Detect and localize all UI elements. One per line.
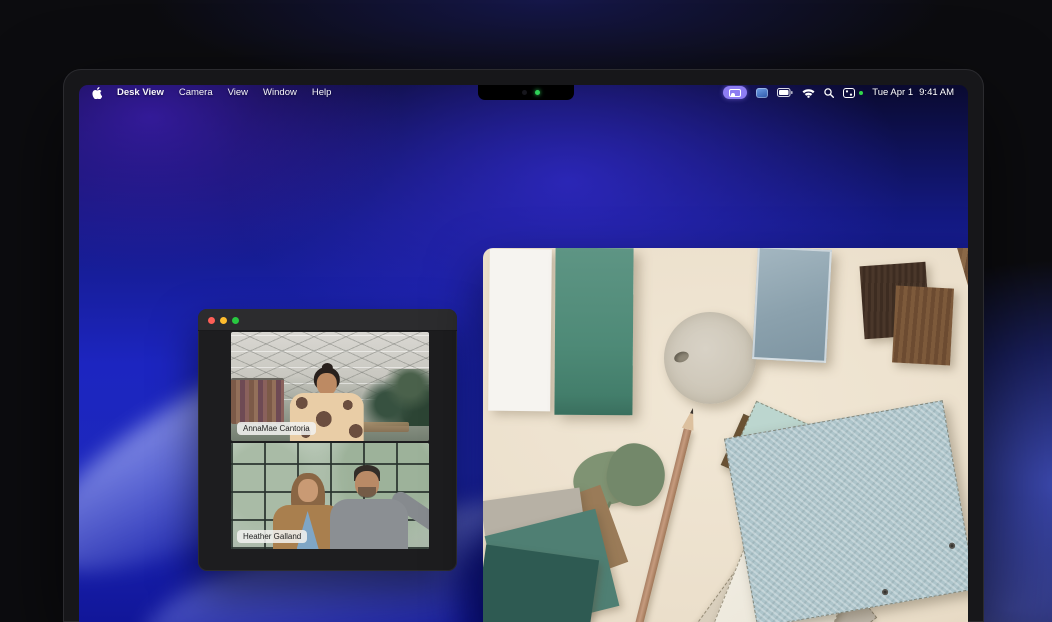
blue-fabric-swatch	[724, 400, 968, 622]
desk-view-window[interactable]	[483, 248, 968, 622]
gray-sweater	[330, 499, 408, 549]
camera-active-dot	[859, 91, 863, 95]
date-label: Tue Apr 1	[872, 87, 913, 98]
face	[298, 479, 318, 502]
brown-wood-sample	[892, 286, 954, 366]
minimize-button[interactable]	[220, 317, 227, 324]
apple-menu-icon[interactable]	[92, 87, 102, 99]
beard	[358, 487, 376, 498]
face	[317, 373, 337, 395]
green-tile	[554, 248, 633, 415]
menu-window[interactable]: Window	[263, 87, 297, 98]
grommet	[881, 588, 888, 595]
macbook-screen: Desk View Camera View Window Help	[79, 85, 968, 622]
close-button[interactable]	[208, 317, 215, 324]
plants	[362, 369, 429, 426]
disc-notch	[673, 350, 691, 365]
zoom-button[interactable]	[232, 317, 239, 324]
felt-disc	[664, 312, 756, 404]
wifi-icon[interactable]	[802, 88, 815, 98]
video-tile-annamae[interactable]: AnnaMae Cantoria	[231, 332, 429, 441]
menu-camera[interactable]: Camera	[179, 87, 213, 98]
participant-name-badge: Heather Galland	[237, 530, 307, 543]
magnifier-icon[interactable]	[824, 88, 834, 98]
video-tile-heather[interactable]: Heather Galland	[231, 443, 429, 549]
clothes-rack	[231, 378, 284, 424]
menu-items: Desk View Camera View Window Help	[79, 87, 331, 99]
menu-bar-clock[interactable]: Tue Apr 1 9:41 AM	[872, 87, 954, 98]
video-call-window[interactable]: AnnaMae Cantoria Heather Galland	[198, 309, 457, 571]
menu-help[interactable]: Help	[312, 87, 332, 98]
pencil	[625, 407, 699, 622]
menu-app-name[interactable]: Desk View	[117, 87, 164, 98]
battery-icon[interactable]	[777, 88, 793, 97]
menu-view[interactable]: View	[228, 87, 248, 98]
blue-gray-tile	[752, 248, 832, 363]
pencil-tip	[682, 407, 699, 431]
desk-wood-corner	[949, 248, 968, 420]
video-app-icon[interactable]	[756, 88, 768, 98]
camera-indicator-light	[535, 90, 540, 95]
grommet	[949, 542, 956, 549]
person-companion	[330, 465, 426, 549]
participant-name-badge: AnnaMae Cantoria	[237, 422, 316, 435]
camera-notch	[478, 85, 574, 100]
marketing-backdrop: Desk View Camera View Window Help	[0, 0, 1052, 622]
desk-view-screen-icon[interactable]	[723, 86, 747, 99]
call-window-titlebar[interactable]	[198, 309, 457, 331]
time-label: 9:41 AM	[919, 87, 954, 98]
camera-lens	[522, 90, 527, 95]
control-center-icon[interactable]	[843, 88, 855, 98]
white-tile	[488, 249, 552, 412]
status-bar: Tue Apr 1 9:41 AM	[723, 86, 968, 99]
